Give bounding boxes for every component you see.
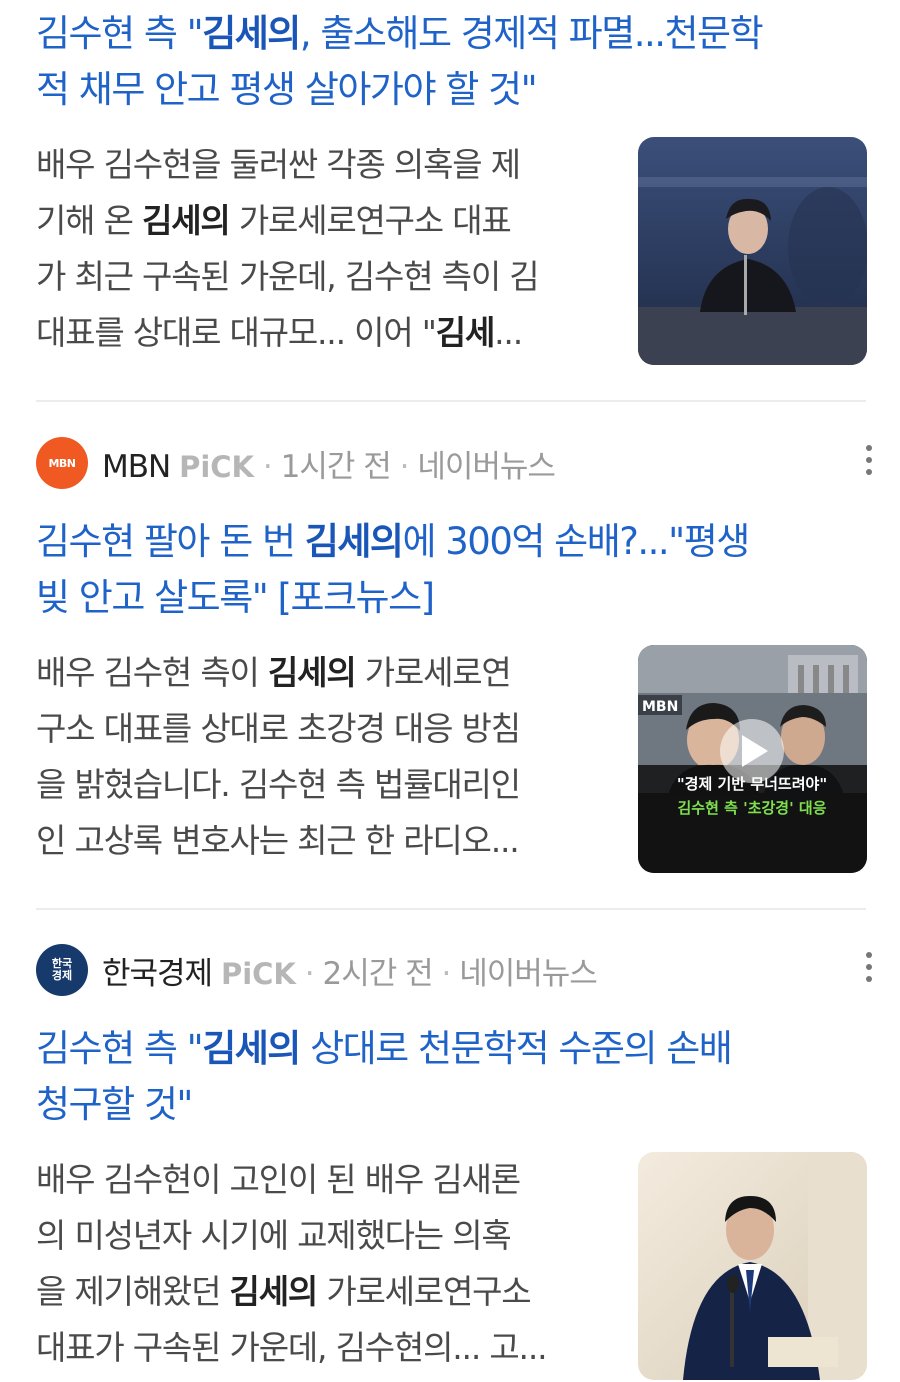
article-1-title[interactable]: 김수현 측 "김세의, 출소해도 경제적 파멸...천문학 적 채무 안고 평생… <box>36 6 866 118</box>
article-3-thumbnail[interactable] <box>638 1152 867 1380</box>
timestamp: 1시간 전 <box>280 449 392 485</box>
article-2-title[interactable]: 김수현 팔아 돈 번 김세의에 300억 손배?..."평생 빚 안고 살도록"… <box>36 514 866 626</box>
mbn-watermark: MBN <box>642 699 678 715</box>
news-feed: 김수현 측 "김세의, 출소해도 경제적 파멸...천문학 적 채무 안고 평생… <box>0 0 900 1382</box>
article-1-thumbnail[interactable] <box>638 137 867 365</box>
title-line: 적 채무 안고 평생 살아가야 할 것" <box>36 68 538 111</box>
title-line: 김수현 측 "김세의 상대로 천문학적 수준의 손배 <box>36 1027 733 1070</box>
play-icon[interactable] <box>720 719 784 783</box>
divider <box>36 908 866 910</box>
platform-label: 네이버뉴스 <box>459 956 598 992</box>
video-caption-2: 김수현 측 '초강경' 대응 <box>677 799 826 817</box>
lawyer-speaking-photo <box>638 1152 867 1380</box>
title-line: 김수현 측 "김세의, 출소해도 경제적 파멸...천문학 <box>36 12 764 55</box>
pick-badge: PiCK <box>179 450 255 484</box>
article-1-snippet[interactable]: 배우 김수현을 둘러싼 각종 의혹을 제 기해 온 김세의 가로세로연구소 대표… <box>36 137 611 361</box>
title-line: 김수현 팔아 돈 번 김세의에 300억 손배?..."평생 <box>36 520 750 563</box>
source-name[interactable]: 한국경제 <box>102 956 213 992</box>
press-conference-photo <box>638 137 867 365</box>
article-2-snippet[interactable]: 배우 김수현 측이 김세의 가로세로연 구소 대표를 상대로 초강경 대응 방침… <box>36 645 611 869</box>
article-3-snippet[interactable]: 배우 김수현이 고인이 된 배우 김새론 의 미성년자 시기에 교제했다는 의혹… <box>36 1152 611 1376</box>
title-line: 청구할 것" <box>36 1083 193 1126</box>
hankyung-logo: 한국 경제 <box>36 944 88 996</box>
more-options-icon[interactable] <box>862 952 876 988</box>
title-line: 빚 안고 살도록" [포크뉴스] <box>36 576 435 619</box>
article-2-source[interactable]: MBN MBN PiCK · 1시간 전 · 네이버뉴스 <box>36 435 876 491</box>
article-3-source[interactable]: 한국 경제 한국경제 PiCK · 2시간 전 · 네이버뉴스 <box>36 942 876 998</box>
divider <box>36 400 866 402</box>
more-options-icon[interactable] <box>862 445 876 481</box>
platform-label: 네이버뉴스 <box>417 449 556 485</box>
timestamp: 2시간 전 <box>322 956 433 992</box>
mbn-logo: MBN <box>36 437 88 489</box>
source-name[interactable]: MBN <box>102 449 171 485</box>
article-2-video-thumbnail[interactable]: MBN "경제 기반 무너뜨려야" 김수현 측 '초강경' 대응 <box>638 645 867 873</box>
video-thumbnail: MBN "경제 기반 무너뜨려야" 김수현 측 '초강경' 대응 <box>638 645 867 873</box>
pick-badge: PiCK <box>220 957 296 991</box>
article-3-title[interactable]: 김수현 측 "김세의 상대로 천문학적 수준의 손배 청구할 것" <box>36 1021 866 1133</box>
